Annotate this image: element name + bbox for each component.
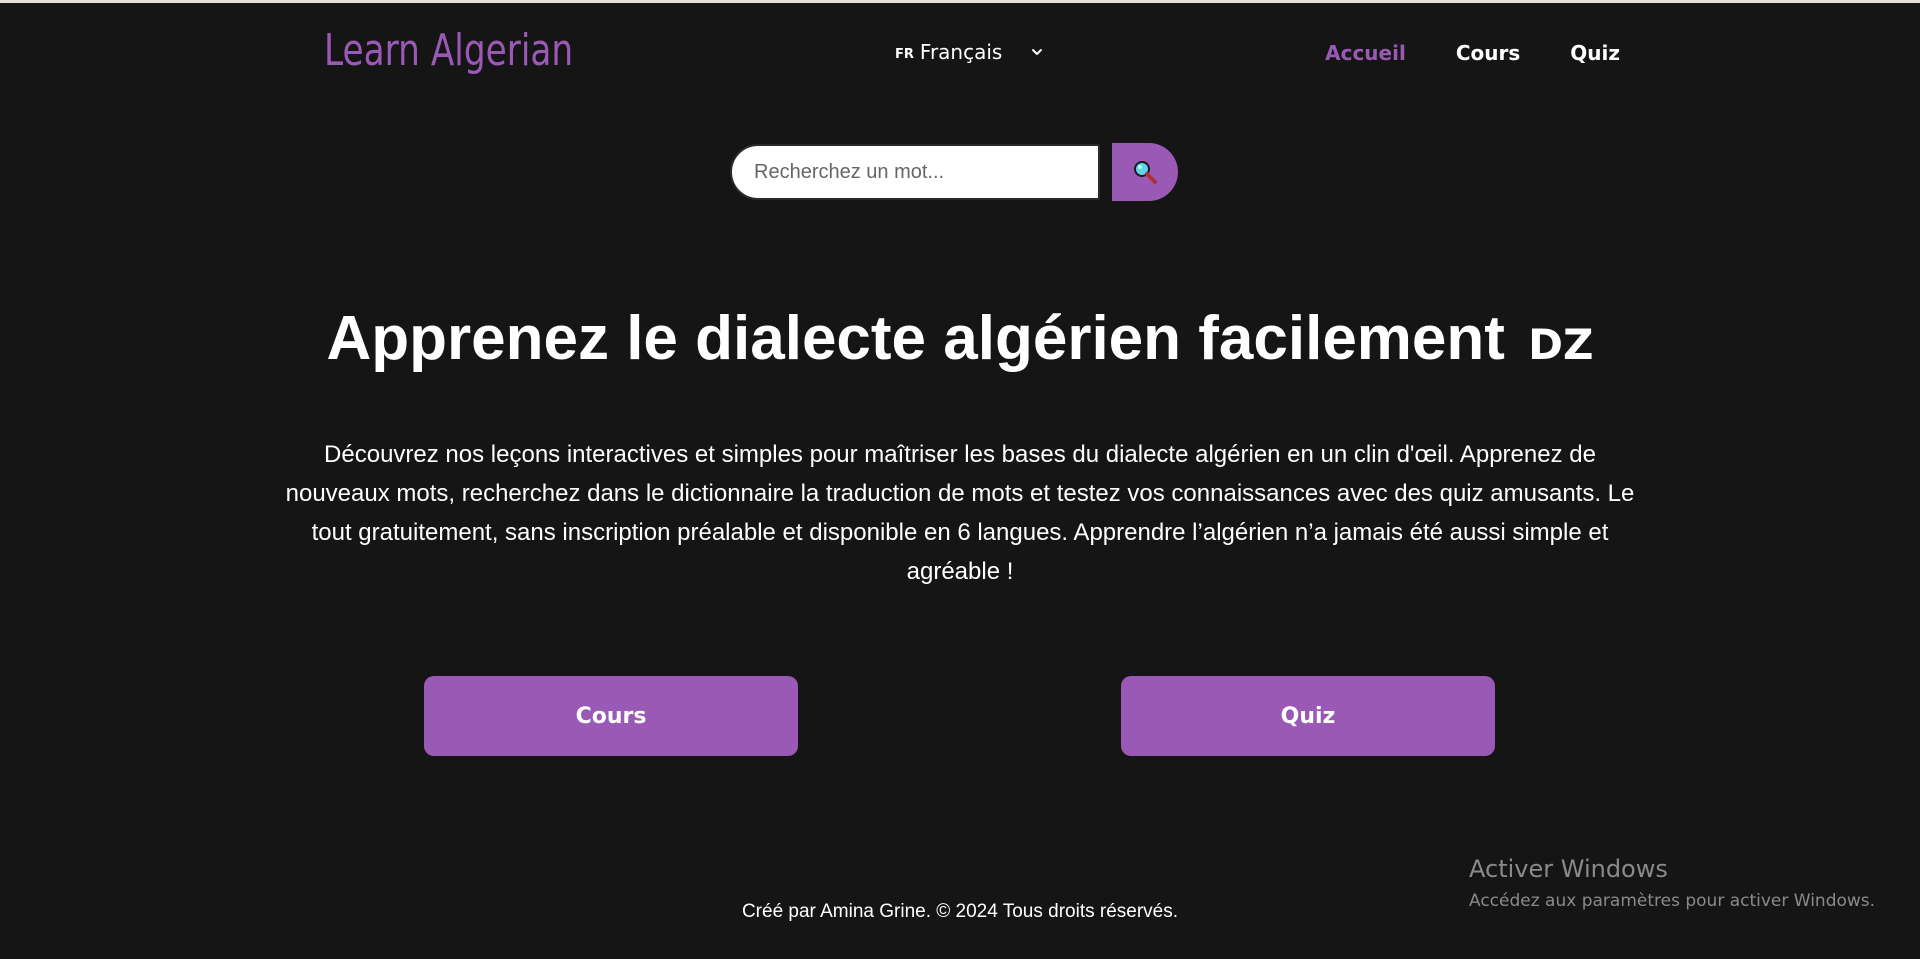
search-bar xyxy=(730,143,1178,201)
quiz-button[interactable]: Quiz xyxy=(1121,676,1495,756)
windows-activation-watermark: Activer Windows Accédez aux paramètres p… xyxy=(1469,855,1875,911)
site-logo[interactable]: Learn Algerian xyxy=(324,25,573,76)
hero-title-text: Apprenez le dialecte algérien facilement xyxy=(326,304,1505,373)
search-button[interactable] xyxy=(1112,143,1178,201)
hero-description: Découvrez nos leçons interactives et sim… xyxy=(285,441,1635,585)
main-nav: Accueil Cours Quiz xyxy=(1325,41,1620,65)
watermark-subtitle: Accédez aux paramètres pour activer Wind… xyxy=(1469,891,1876,911)
nav-link-quiz[interactable]: Quiz xyxy=(1570,41,1620,65)
hero-title: Apprenez le dialecte algérien facilement… xyxy=(0,303,1920,374)
language-selected: Français xyxy=(919,40,1003,64)
flag-icon: FR xyxy=(895,46,914,62)
courses-button[interactable]: Cours xyxy=(424,676,798,756)
language-select[interactable]: FR Français xyxy=(895,40,1044,64)
chevron-down-icon xyxy=(1032,49,1043,55)
nav-link-home[interactable]: Accueil xyxy=(1325,41,1406,65)
page: Learn Algerian FR Français Accueil Cours… xyxy=(0,0,1920,959)
magnifying-glass-icon xyxy=(1134,161,1157,184)
nav-link-courses[interactable]: Cours xyxy=(1456,41,1520,65)
watermark-title: Activer Windows xyxy=(1469,855,1668,883)
search-input[interactable] xyxy=(730,144,1100,200)
dz-flag-badge: DZ xyxy=(1528,320,1594,369)
